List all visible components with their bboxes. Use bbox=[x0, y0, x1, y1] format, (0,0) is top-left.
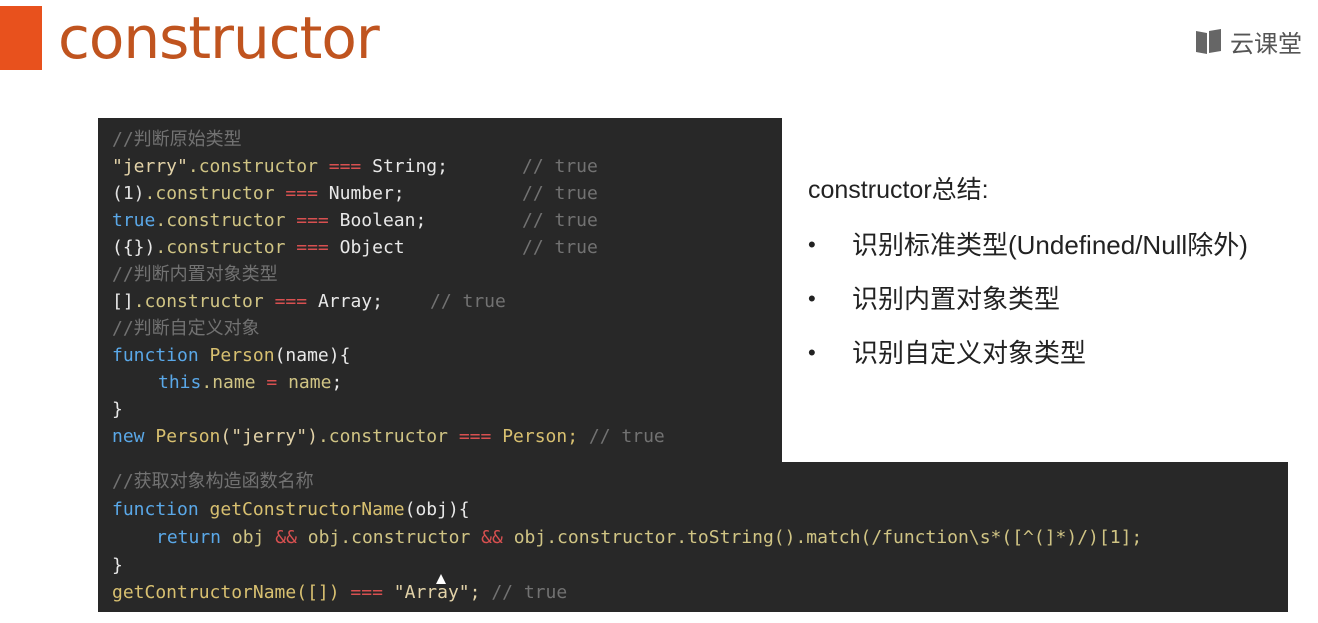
code-comment: // true bbox=[522, 210, 598, 231]
bullet-icon: • bbox=[808, 340, 816, 365]
book-icon bbox=[1196, 28, 1222, 55]
code-comment: // true bbox=[522, 183, 598, 204]
code-line: } bbox=[112, 555, 123, 576]
code-block-constructor-name: //获取对象构造函数名称 function getConstructorName… bbox=[98, 462, 1288, 612]
mouse-cursor-icon bbox=[436, 574, 446, 584]
summary-bullet-text: 识别自定义对象类型 bbox=[852, 338, 1087, 368]
code-line: return obj && obj.constructor && obj.con… bbox=[156, 527, 1143, 548]
code-line: true.constructor === Boolean; bbox=[112, 210, 427, 231]
code-line: getContructorName([]) === "Array"; // tr… bbox=[112, 582, 568, 603]
code-line: function getConstructorName(obj){ bbox=[112, 499, 470, 520]
summary-bullet-item: • 识别自定义对象类型 bbox=[808, 326, 1086, 380]
code-comment: //获取对象构造函数名称 bbox=[112, 471, 314, 492]
code-comment: //判断内置对象类型 bbox=[112, 264, 278, 285]
code-comment: // true bbox=[430, 291, 506, 312]
code-block-type-checks: //判断原始类型 "jerry".constructor === String;… bbox=[98, 118, 782, 463]
brand-name: 云课堂 bbox=[1230, 31, 1302, 58]
code-line: [].constructor === Array; bbox=[112, 291, 383, 312]
summary-bullet-text: 识别标准类型(Undefined/Null除外) bbox=[852, 230, 1248, 260]
code-comment: //判断原始类型 bbox=[112, 129, 242, 150]
code-comment: // true bbox=[522, 156, 598, 177]
bullet-icon: • bbox=[808, 286, 816, 311]
code-line: } bbox=[112, 399, 123, 420]
summary-bullet-text: 识别内置对象类型 bbox=[852, 284, 1061, 314]
constructor-summary: constructor总结: • 识别标准类型(Undefined/Null除外… bbox=[808, 170, 1248, 380]
brand-logo: 云课堂 bbox=[1196, 24, 1302, 59]
slide-title: constructor bbox=[58, 4, 380, 72]
code-line: this.name = name; bbox=[158, 372, 343, 393]
code-line: ({}).constructor === Object bbox=[112, 237, 405, 258]
code-comment: //判断自定义对象 bbox=[112, 318, 260, 339]
summary-bullet-item: • 识别标准类型(Undefined/Null除外) bbox=[808, 218, 1248, 272]
title-accent-block bbox=[0, 6, 42, 70]
bullet-icon: • bbox=[808, 232, 816, 257]
code-line: new Person("jerry").constructor === Pers… bbox=[112, 426, 665, 447]
code-comment: // true bbox=[522, 237, 598, 258]
code-line: function Person(name){ bbox=[112, 345, 351, 366]
code-line: "jerry".constructor === String; bbox=[112, 156, 448, 177]
summary-title: constructor总结: bbox=[808, 176, 989, 204]
summary-bullet-item: • 识别内置对象类型 bbox=[808, 272, 1060, 326]
code-line: (1).constructor === Number; bbox=[112, 183, 405, 204]
